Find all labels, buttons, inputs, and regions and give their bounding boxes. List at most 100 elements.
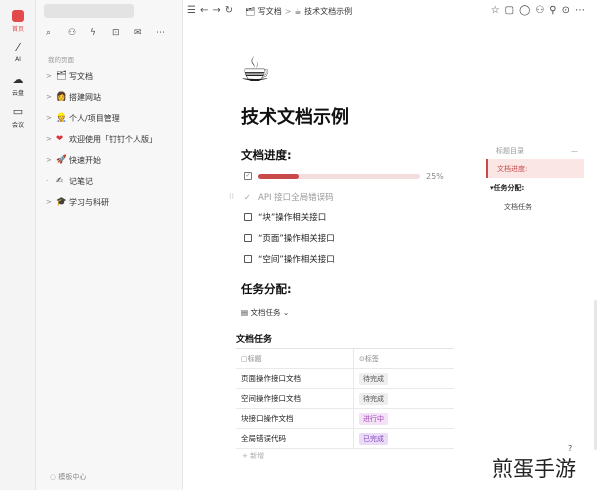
table-cell-tag[interactable]: 待完成 <box>354 369 454 389</box>
view-tab[interactable]: ▤ 文档任务 ⌄ <box>241 307 289 318</box>
rail-meeting-label: 会议 <box>11 122 24 129</box>
table-row[interactable]: 页面操作接口文档 待完成 <box>236 368 454 389</box>
task-item[interactable]: “块”操作相关接口 <box>244 211 326 223</box>
sidebar-item-project-mgmt[interactable]: > 👷 个人/项目管理 <box>46 111 120 125</box>
chat-icon[interactable]: ◯ <box>519 5 535 16</box>
sidebar-item-quick-start[interactable]: > 🚀 快速开始 <box>46 153 101 167</box>
progress-block: ✓ 25% <box>244 170 449 182</box>
table-cell-title[interactable]: 块接口操作文档 <box>236 408 354 429</box>
task-label: API 接口全局错误码 <box>258 193 334 203</box>
pencil-icon: ✍ <box>56 176 64 186</box>
task-item[interactable]: ✓ API 接口全局错误码 <box>244 191 334 204</box>
sidebar-item-label: 搭建网站 <box>69 92 101 102</box>
checkbox[interactable] <box>244 255 252 263</box>
task-label: “页面”操作相关接口 <box>258 234 335 244</box>
status-badge: 待完成 <box>359 372 388 385</box>
table-cell-tag[interactable]: 待完成 <box>354 389 454 409</box>
folder-icon: 🗂 <box>56 71 67 81</box>
progress-bar <box>258 173 420 179</box>
check-icon[interactable]: ✓ <box>244 193 252 202</box>
table-row[interactable]: 块接口操作文档 进行中 <box>236 408 454 429</box>
history-icon[interactable]: ⊙ <box>562 5 575 16</box>
heart-icon: ❤ <box>56 134 64 144</box>
rocket-icon: 🚀 <box>56 155 67 165</box>
sidebar-item-build-site[interactable]: > 👩 搭建网站 <box>46 90 101 104</box>
expand-icon[interactable]: ⊡ <box>112 28 134 38</box>
task-item[interactable]: “页面”操作相关接口 <box>244 232 335 244</box>
ai-wand-icon: ⁄ <box>17 41 19 54</box>
sidebar-item-write-docs[interactable]: > 🗂 写文档 <box>46 69 93 83</box>
chevron-right-icon[interactable]: > <box>46 198 56 206</box>
back-arrow-icon[interactable]: ← <box>200 5 212 16</box>
top-actions: ☆▢◯⚇⚲⊙⋯ <box>491 5 590 16</box>
share-icon[interactable]: ⚇ <box>535 5 549 16</box>
outline-header: 标题目录 — <box>486 143 584 159</box>
breadcrumb-parent[interactable]: 写文档 <box>258 7 282 16</box>
task-item[interactable]: “空间”操作相关接口 <box>244 253 335 265</box>
graduation-cap-icon: 🎓 <box>56 197 67 207</box>
help-icon[interactable]: ? <box>568 444 572 453</box>
checkbox[interactable] <box>244 213 252 221</box>
forward-arrow-icon[interactable]: → <box>212 5 224 16</box>
inbox-icon[interactable]: ✉ <box>134 28 156 38</box>
app-rail: 首页 ⁄ AI ☁ 云盘 ▭ 会议 <box>0 0 36 490</box>
table-cell-title[interactable]: 页面操作接口文档 <box>236 368 354 389</box>
rail-ai[interactable]: ⁄ AI <box>0 41 36 64</box>
column-header-tag[interactable]: ⊙ 标签 <box>354 349 454 369</box>
workspace-name-blurred[interactable] <box>44 4 134 18</box>
more-icon[interactable]: ⋯ <box>575 5 590 16</box>
rail-meeting[interactable]: ▭ 会议 <box>0 106 36 130</box>
table-cell-title[interactable]: 空间操作接口文档 <box>236 388 354 409</box>
menu-icon[interactable]: ☰ <box>187 5 200 16</box>
refresh-icon[interactable]: ↻ <box>225 5 237 16</box>
table-row[interactable]: 全局错误代码 已完成 <box>236 428 454 449</box>
rail-ai-label: AI <box>15 56 21 63</box>
sidebar-item-label: 欢迎使用「钉钉个人版」 <box>69 134 157 144</box>
table-cell-tag[interactable]: 进行中 <box>354 409 454 429</box>
add-row-button[interactable]: + 新增 <box>242 451 264 461</box>
checkbox[interactable] <box>244 234 252 242</box>
share-icon[interactable]: ⚇ <box>68 28 90 38</box>
status-badge: 进行中 <box>359 412 388 425</box>
sidebar-item-welcome[interactable]: > ❤ 欢迎使用「钉钉个人版」 <box>46 132 157 146</box>
outline-item-tasks[interactable]: 文档任务 <box>486 197 584 216</box>
rail-cloud-label: 云盘 <box>11 90 24 97</box>
task-label: “空间”操作相关接口 <box>258 255 335 265</box>
document-emoji[interactable]: ☕ <box>240 50 270 90</box>
breadcrumb-current[interactable]: 技术文档示例 <box>304 7 352 16</box>
chevron-right-icon[interactable]: > <box>46 93 56 101</box>
add-user-icon[interactable]: ⚲ <box>549 5 561 16</box>
chevron-right-icon[interactable]: > <box>46 135 56 143</box>
column-header-title[interactable]: ▢ 标题 <box>236 348 354 369</box>
sidebar-item-notes[interactable]: · ✍ 记笔记 <box>46 174 93 188</box>
lightning-icon[interactable]: ϟ <box>90 28 112 38</box>
chevron-down-icon[interactable]: ⌄ <box>280 308 289 317</box>
collapse-icon[interactable]: — <box>571 147 578 155</box>
search-icon[interactable]: ⌕ <box>46 28 68 38</box>
breadcrumb-separator-icon: > <box>284 7 292 16</box>
dot-icon: · <box>46 177 49 185</box>
sidebar-item-study[interactable]: > 🎓 学习与科研 <box>46 195 109 209</box>
outline-item-progress[interactable]: 文档进度: <box>486 159 584 178</box>
person-icon: 👷 <box>56 113 67 123</box>
outline-item-assign[interactable]: ▾ 任务分配: <box>486 178 584 197</box>
rail-cloud[interactable]: ☁ 云盘 <box>0 74 36 98</box>
chevron-right-icon[interactable]: > <box>46 72 56 80</box>
table-cell-title[interactable]: 全局错误代码 <box>236 428 354 449</box>
checkbox-icon[interactable]: ✓ <box>244 172 252 180</box>
chevron-right-icon[interactable]: > <box>46 156 56 164</box>
table-title: 文档任务 <box>236 335 273 345</box>
column-header-tag-label: 标签 <box>364 354 379 363</box>
scrollbar[interactable] <box>594 300 597 450</box>
star-icon[interactable]: ☆ <box>491 5 505 16</box>
coffee-icon: ☕ <box>294 7 305 16</box>
table-row[interactable]: 空间操作接口文档 待完成 <box>236 388 454 409</box>
page-title[interactable]: 技术文档示例 <box>241 103 349 129</box>
table-cell-tag[interactable]: 已完成 <box>354 429 454 449</box>
comment-icon[interactable]: ▢ <box>505 5 519 16</box>
template-center-link[interactable]: ◌ 模板中心 <box>50 472 86 482</box>
chevron-right-icon[interactable]: > <box>46 114 56 122</box>
drag-handle-icon[interactable]: ⁝⁝ <box>229 192 234 201</box>
rail-home[interactable]: 首页 <box>0 10 36 33</box>
more-icon[interactable]: ⋯ <box>156 28 178 38</box>
